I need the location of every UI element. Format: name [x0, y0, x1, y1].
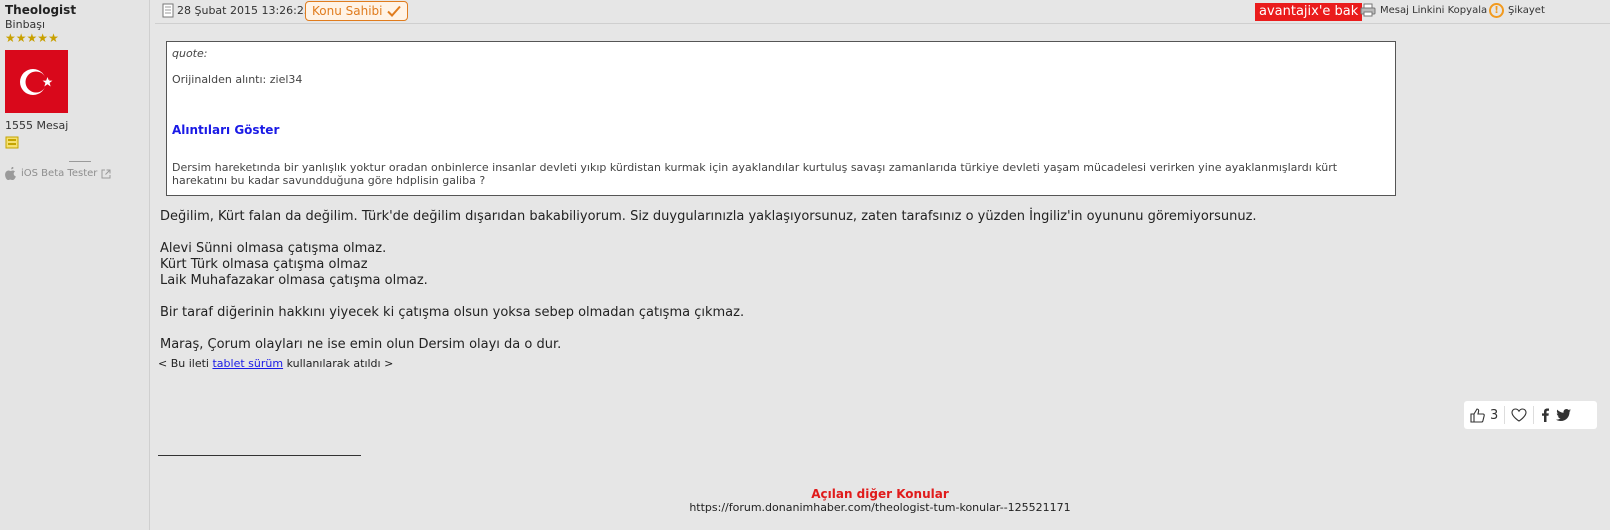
post-date: 28 Şubat 2015 13:26:25: [162, 3, 311, 18]
copy-message-link-button[interactable]: Mesaj Linkini Kopyala: [1360, 3, 1487, 17]
star-icon: ★: [15, 31, 27, 45]
user-panel: Theologist Binbaşı ★ ★ ★ ★ ★ 1555 Mesaj …: [0, 0, 150, 530]
topic-owner-label: Konu Sahibi: [312, 4, 383, 18]
warning-icon: !: [1489, 3, 1504, 18]
body-line: Laik Muhafazakar olmasa çatışma olmaz.: [160, 273, 428, 288]
thumbs-up-icon: [1470, 407, 1485, 423]
document-icon: [162, 3, 174, 18]
rank-stars: ★ ★ ★ ★ ★: [5, 32, 144, 44]
body-paragraph: Değilim, Kürt falan da değilim. Türk'de …: [160, 209, 1257, 224]
body-line: Kürt Türk olmasa çatışma olmaz: [160, 257, 368, 272]
like-count: 3: [1490, 407, 1499, 423]
post-header: 28 Şubat 2015 13:26:25 Konu Sahibi avant…: [155, 0, 1610, 24]
ios-beta-tester-label: iOS Beta Tester: [21, 168, 98, 179]
device-note-prefix: < Bu ileti: [158, 357, 213, 370]
device-note-suffix: kullanılarak atıldı >: [283, 357, 394, 370]
divider: [69, 161, 91, 162]
external-link-icon: [101, 169, 111, 178]
message-count[interactable]: 1555 Mesaj: [5, 119, 144, 132]
username[interactable]: Theologist: [5, 3, 144, 17]
check-icon: [386, 5, 401, 17]
star-icon: ★: [48, 31, 59, 45]
avatar[interactable]: [5, 50, 68, 113]
divider: [1504, 406, 1506, 424]
medal-icon: [5, 136, 19, 149]
signature-url[interactable]: https://forum.donanimhaber.com/theologis…: [0, 501, 1610, 514]
reactions-bar: 3: [1464, 401, 1597, 429]
show-quotes-link[interactable]: Alıntıları Göster: [172, 123, 279, 137]
device-note: < Bu ileti tablet sürüm kullanılarak atı…: [158, 357, 393, 370]
quote-text: Dersim hareketında bir yanlışlık yoktur …: [172, 161, 1338, 187]
apple-icon: [5, 167, 16, 180]
signature-divider: [158, 455, 361, 456]
quote-source: Orijinalden alıntı: ziel34: [172, 73, 303, 86]
signature-title: Açılan diğer Konular: [811, 487, 949, 501]
quote-label: quote:: [172, 47, 208, 60]
copy-link-label: Mesaj Linkini Kopyala: [1380, 4, 1488, 16]
facebook-icon[interactable]: [1540, 408, 1550, 422]
like-button[interactable]: 3: [1470, 408, 1498, 423]
report-button[interactable]: ! Şikayet: [1489, 3, 1545, 18]
report-label: Şikayet: [1508, 5, 1545, 16]
body-paragraph: Bir taraf diğerinin hakkını yiyecek ki ç…: [160, 305, 745, 320]
twitter-icon[interactable]: [1556, 408, 1572, 422]
quote-box: quote: Orijinalden alıntı: ziel34 Alıntı…: [166, 41, 1396, 196]
star-icon: ★: [26, 31, 38, 45]
topic-owner-badge: Konu Sahibi: [305, 1, 408, 21]
tablet-version-link[interactable]: tablet sürüm: [212, 357, 283, 370]
post-date-text: 28 Şubat 2015 13:26:25: [177, 4, 311, 17]
star-icon: ★: [37, 31, 49, 45]
divider: [1533, 406, 1535, 424]
avantajix-ad-button[interactable]: avantajix'e bak: [1255, 3, 1363, 21]
user-rank: Binbaşı: [5, 18, 46, 31]
body-line: Alevi Sünni olmasa çatışma olmaz.: [160, 241, 387, 256]
body-paragraph: Maraş, Çorum olayları ne ise emin olun D…: [160, 337, 562, 352]
ios-beta-tester-badge[interactable]: iOS Beta Tester: [5, 167, 144, 180]
heart-icon[interactable]: [1511, 408, 1527, 422]
printer-icon: [1360, 3, 1376, 17]
star-icon: ★: [5, 31, 16, 45]
post-body: Değilim, Kürt falan da değilim. Türk'de …: [160, 209, 1560, 353]
